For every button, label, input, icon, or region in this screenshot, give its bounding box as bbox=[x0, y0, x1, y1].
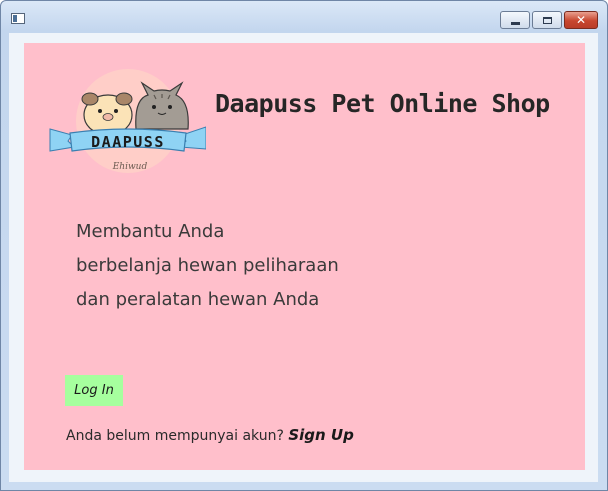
maximize-button[interactable] bbox=[532, 11, 562, 29]
title-bar[interactable]: ✕ bbox=[1, 1, 607, 33]
app-window-icon[interactable] bbox=[11, 13, 25, 24]
app-window: ✕ DAAPUSS Ehiwud Daapuss Pet Online Shop… bbox=[0, 0, 608, 491]
signup-link[interactable]: Sign Up bbox=[288, 426, 354, 444]
signup-row: Anda belum mempunyai akun? Sign Up bbox=[66, 426, 354, 444]
minimize-icon bbox=[501, 12, 529, 28]
tagline: Membantu Anda berbelanja hewan peliharaa… bbox=[76, 215, 339, 317]
welcome-panel: DAAPUSS Ehiwud Daapuss Pet Online Shop M… bbox=[24, 43, 585, 470]
logo-signature: Ehiwud bbox=[112, 162, 148, 172]
window-client-area: DAAPUSS Ehiwud Daapuss Pet Online Shop M… bbox=[9, 33, 598, 482]
tagline-line: Membantu Anda bbox=[76, 221, 225, 242]
signup-prompt: Anda belum mempunyai akun? bbox=[66, 428, 284, 444]
logo-wordmark: DAAPUSS bbox=[91, 133, 165, 151]
minimize-button[interactable] bbox=[500, 11, 530, 29]
close-icon: ✕ bbox=[575, 13, 587, 27]
shop-title: Daapuss Pet Online Shop bbox=[215, 89, 550, 118]
login-button[interactable]: Log In bbox=[65, 375, 123, 406]
tagline-line: dan peralatan hewan Anda bbox=[76, 289, 320, 310]
maximize-icon bbox=[533, 12, 561, 28]
close-button[interactable]: ✕ bbox=[564, 11, 598, 29]
tagline-line: berbelanja hewan peliharaan bbox=[76, 255, 339, 276]
daapuss-logo: DAAPUSS Ehiwud bbox=[46, 65, 207, 177]
